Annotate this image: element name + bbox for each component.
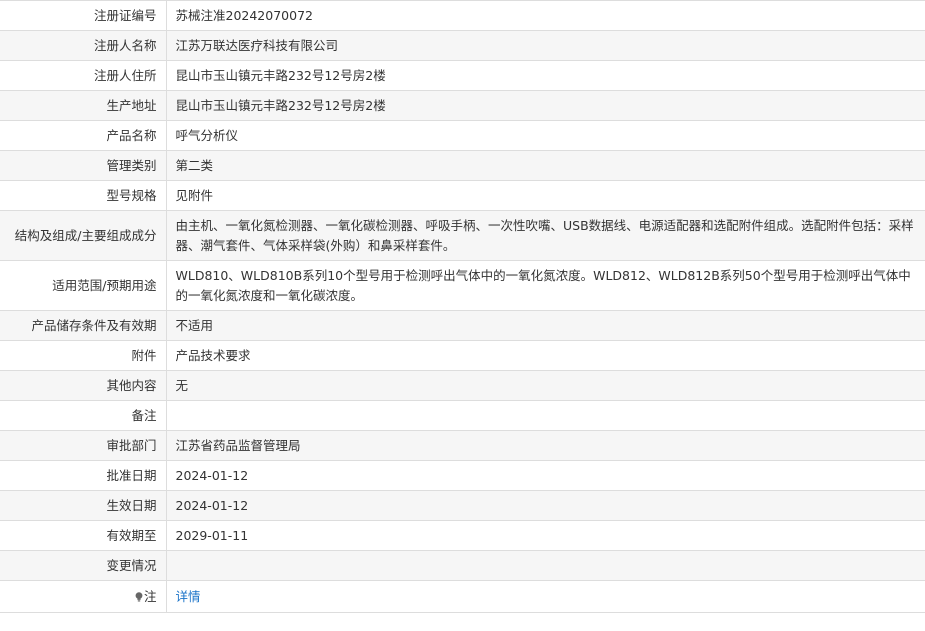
row-value: 见附件 [165,180,925,211]
note-row: 注 详情 [0,580,925,613]
row-label: 有效期至 [0,520,166,551]
row-label: 产品名称 [0,120,166,151]
row-value: 昆山市玉山镇元丰路232号12号房2楼 [165,90,925,121]
table-row: 附件 产品技术要求 [0,340,925,371]
row-label: 其他内容 [0,370,166,401]
table-row: 审批部门 江苏省药品监督管理局 [0,430,925,461]
row-value: 由主机、一氧化氮检测器、一氧化碳检测器、呼吸手柄、一次性吹嘴、USB数据线、电源… [165,210,925,261]
row-label: 审批部门 [0,430,166,461]
row-value [165,550,925,581]
row-value: 产品技术要求 [165,340,925,371]
row-value: 第二类 [165,150,925,181]
note-label-cell: 注 [0,580,166,613]
row-value: 江苏省药品监督管理局 [165,430,925,461]
table-row: 适用范围/预期用途 WLD810、WLD810B系列10个型号用于检测呼出气体中… [0,260,925,311]
registration-detail-table: 注册证编号 苏械注准20242070072 注册人名称 江苏万联达医疗科技有限公… [0,0,925,613]
note-value-cell: 详情 [165,580,925,613]
table-row: 注册人名称 江苏万联达医疗科技有限公司 [0,30,925,61]
row-label: 型号规格 [0,180,166,211]
table-row: 注册人住所 昆山市玉山镇元丰路232号12号房2楼 [0,60,925,91]
row-value [165,400,925,431]
table-row: 生产地址 昆山市玉山镇元丰路232号12号房2楼 [0,90,925,121]
table-row: 产品储存条件及有效期 不适用 [0,310,925,341]
row-label: 批准日期 [0,460,166,491]
table-row: 生效日期 2024-01-12 [0,490,925,521]
row-value: 呼气分析仪 [165,120,925,151]
table-row: 批准日期 2024-01-12 [0,460,925,491]
row-label: 管理类别 [0,150,166,181]
table-row: 型号规格 见附件 [0,180,925,211]
row-label: 结构及组成/主要组成成分 [0,210,166,261]
table-row: 结构及组成/主要组成成分 由主机、一氧化氮检测器、一氧化碳检测器、呼吸手柄、一次… [0,210,925,261]
row-value: 江苏万联达医疗科技有限公司 [165,30,925,61]
row-label: 产品储存条件及有效期 [0,310,166,341]
row-label: 注册人名称 [0,30,166,61]
table-row: 变更情况 [0,550,925,581]
row-value: 2029-01-11 [165,520,925,551]
row-value: 昆山市玉山镇元丰路232号12号房2楼 [165,60,925,91]
row-label: 变更情况 [0,550,166,581]
row-label: 附件 [0,340,166,371]
row-label: 生产地址 [0,90,166,121]
row-value: 无 [165,370,925,401]
table-row: 注册证编号 苏械注准20242070072 [0,0,925,31]
row-value: 不适用 [165,310,925,341]
row-value: 苏械注准20242070072 [165,0,925,31]
table-row: 其他内容 无 [0,370,925,401]
row-value: 2024-01-12 [165,460,925,491]
table-row: 备注 [0,400,925,431]
note-label: 注 [143,588,157,604]
row-label: 备注 [0,400,166,431]
row-label: 适用范围/预期用途 [0,260,166,311]
table-row: 有效期至 2029-01-11 [0,520,925,551]
table-row: 管理类别 第二类 [0,150,925,181]
details-link[interactable]: 详情 [176,589,201,604]
row-value: 2024-01-12 [165,490,925,521]
row-label: 注册人住所 [0,60,166,91]
row-label: 注册证编号 [0,0,166,31]
table-row: 产品名称 呼气分析仪 [0,120,925,151]
lightbulb-icon [135,588,143,601]
row-label: 生效日期 [0,490,166,521]
row-value: WLD810、WLD810B系列10个型号用于检测呼出气体中的一氧化氮浓度。WL… [165,260,925,311]
